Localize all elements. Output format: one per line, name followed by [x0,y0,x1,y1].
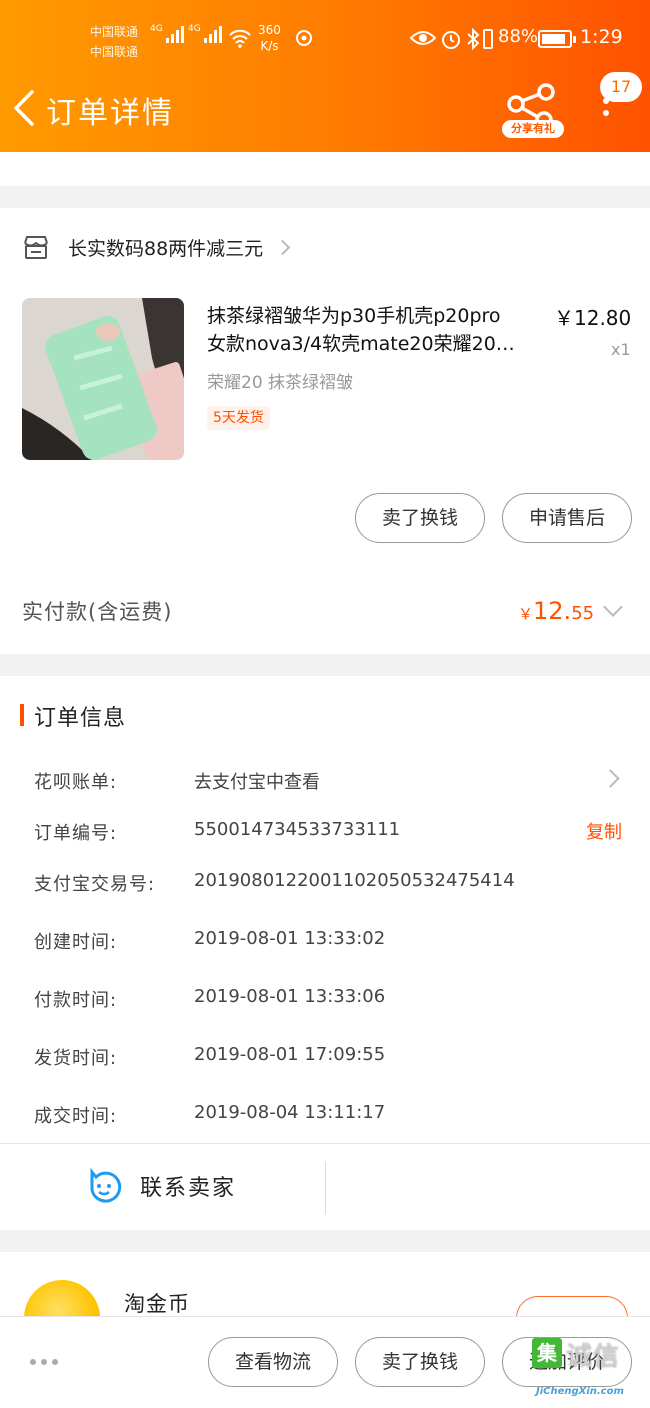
network-type-2: 4G [188,24,201,34]
signal-icon [166,26,184,43]
total-paid-amount: ￥12.55 [518,597,594,625]
page-title: 订单详情 [46,96,174,131]
info-label-shipped: 发货时间: [34,1048,118,1069]
info-label-huabei: 花呗账单: [34,772,118,793]
info-value-huabei[interactable]: 去支付宝中查看 [194,768,320,794]
speed-unit: K/s [260,39,279,53]
share-reward-label[interactable]: 分享有礼 [502,120,564,138]
battery-fill [542,34,565,44]
alarm-icon [442,31,460,49]
carrier-1: 中国联通 [90,25,139,39]
item-quantity: x1 [611,340,631,359]
info-value-alipay-trade: 2019080122001102050532475414 [194,870,515,891]
header-spacer [0,152,650,186]
shop-icon [24,236,48,259]
product-thumbnail[interactable] [22,298,184,460]
after-sale-button[interactable]: 申请售后 [502,493,632,543]
item-title-line-1: 抹茶绿褶皱华为p30手机壳p20pro [207,305,501,327]
contact-seller-label: 联系卖家 [140,1176,237,1201]
info-label-order-number: 订单编号: [34,823,118,844]
item-title[interactable]: 抹茶绿褶皱华为p30手机壳p20pro 女款nova3/4软壳mate20荣耀2… [207,302,547,358]
vibrate-icon [483,29,493,49]
sell-exchange-button[interactable]: 卖了换钱 [355,493,485,543]
item-title-line-2: 女款nova3/4软壳mate20荣耀20… [207,333,515,355]
watermark-text: 诚信 [566,1342,621,1372]
more-menu-icon[interactable] [598,98,614,132]
shipping-tag: 5天发货 [207,406,270,430]
view-logistics-button[interactable]: 查看物流 [208,1337,338,1387]
item-price: ￥12.80 [554,306,632,330]
bluetooth-icon [467,28,480,50]
divider [0,1143,650,1144]
currency-symbol: ￥ [518,605,534,623]
carrier-2: 中国联通 [90,45,139,59]
info-value-completed: 2019-08-04 13:11:17 [194,1102,386,1123]
status-bar: 中国联通 中国联通 4G 4G 360 K/s 88% 1:29 [0,18,650,62]
info-value-shipped: 2019-08-01 17:09:55 [194,1044,386,1065]
signal-icon-2 [204,26,222,43]
battery-icon [538,30,576,48]
network-type-1: 4G [150,24,163,34]
chat-bubble-icon [90,1168,122,1203]
speed-value: 360 [258,23,281,37]
back-arrow-icon[interactable] [8,86,42,130]
section-title: 订单信息 [34,706,127,731]
eye-icon [410,31,436,45]
item-sku: 荣耀20 抹茶绿褶皱 [207,373,354,393]
info-value-paid: 2019-08-01 13:33:06 [194,986,386,1007]
message-badge[interactable]: 17 [600,72,642,102]
section-accent-bar [20,704,24,726]
battery-percent: 88% [498,26,539,47]
chevron-right-icon [274,239,291,255]
watermark: 集 诚信 JiChengXin.com [532,1334,650,1408]
amount-integer: 12. [533,597,572,625]
total-paid-label: 实付款(含运费) [22,600,173,624]
shop-row[interactable]: 长实数码88两件减三元 [22,232,291,262]
info-label-created: 创建时间: [34,932,118,953]
watermark-url: JiChengXin.com [536,1386,624,1397]
more-actions-icon[interactable] [30,1359,58,1365]
watermark-logo: 集 [532,1338,562,1368]
info-value-order-number: 550014734533733111 [194,819,401,840]
contact-seller-button[interactable]: 联系卖家 [86,1168,236,1204]
sell-exchange-bottom-button[interactable]: 卖了换钱 [355,1337,485,1387]
shop-name: 长实数码88两件减三元 [68,237,264,260]
amount-decimal: 55 [571,603,595,624]
info-label-completed: 成交时间: [34,1106,118,1127]
carrier-labels: 中国联通 中国联通 [90,22,138,62]
network-speed: 360 K/s [258,22,281,54]
info-label-alipay-trade: 支付宝交易号: [34,874,156,895]
vertical-divider [325,1162,326,1214]
navigation-header: 中国联通 中国联通 4G 4G 360 K/s 88% 1:29 订单详情 分享… [0,0,650,152]
sync-icon [296,30,312,46]
clock: 1:29 [580,26,623,48]
info-value-created: 2019-08-01 13:33:02 [194,928,386,949]
wifi-icon [229,29,251,48]
copy-button[interactable]: 复制 [586,818,622,844]
info-label-paid: 付款时间: [34,990,118,1011]
coin-label: 淘金币 [124,1292,190,1316]
